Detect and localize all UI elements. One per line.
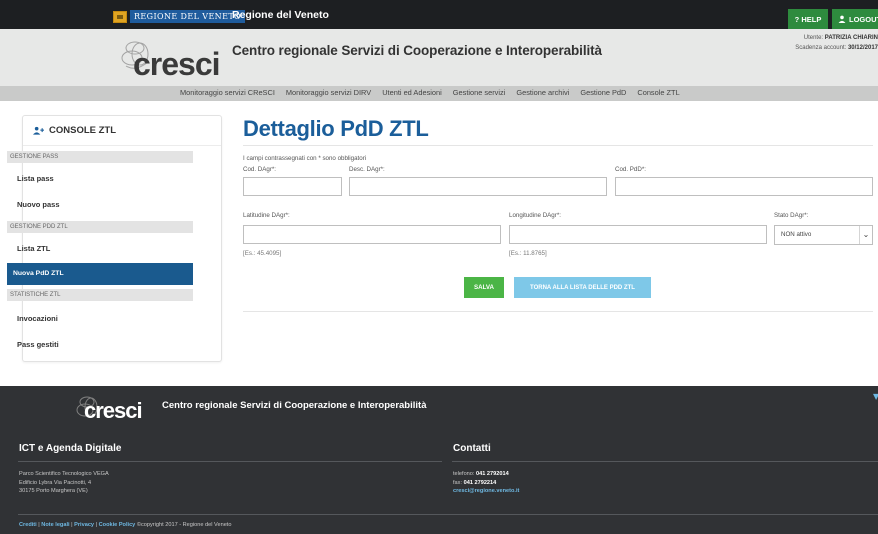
cod-dagr-input[interactable]	[243, 177, 342, 196]
sidebar-item-nuova-pdd-ztl[interactable]: Nuova PdD ZTL	[7, 263, 193, 285]
logout-button[interactable]: LOGOUT	[832, 9, 878, 29]
cod-pdd-input[interactable]	[615, 177, 873, 196]
save-button[interactable]: SALVA	[464, 277, 504, 298]
latitudine-dagr-input[interactable]	[243, 225, 501, 244]
phone-number: 041 2792014	[476, 471, 509, 477]
footer-site-title: Centro regionale Servizi di Cooperazione…	[162, 400, 427, 411]
chevron-down-icon: ⌄	[859, 226, 872, 244]
fax-label: fax:	[453, 479, 463, 486]
regione-title: Regione del Veneto	[232, 9, 329, 21]
privacy-link[interactable]: Privacy	[74, 522, 94, 528]
user-info: Utente: PATRIZIA CHIARIN Scadenza accoun…	[795, 33, 878, 53]
nav-item-gestione-archivi[interactable]: Gestione archivi	[516, 88, 569, 97]
user-name: PATRIZIA CHIARIN	[824, 35, 878, 41]
expiry-label: Scadenza account:	[795, 45, 847, 51]
sidebar-item-nuovo-pass[interactable]: Nuovo pass	[7, 196, 193, 214]
latitudine-hint: [Es.: 45.4095]	[243, 250, 282, 257]
sidebar-section-statistiche-ztl: STATISTICHE ZTL	[7, 289, 193, 301]
nav-item-monitoraggio-cresci[interactable]: Monitoraggio servizi CReSCI	[180, 88, 275, 97]
address-line: Parco Scientifico Tecnologico VEGA	[19, 471, 109, 477]
footer-contacts-heading: Contatti	[453, 443, 491, 454]
nav-item-gestione-servizi[interactable]: Gestione servizi	[453, 88, 506, 97]
logout-label: LOGOUT	[849, 14, 878, 24]
address-line: 30175 Porto Marghera (VE)	[19, 488, 88, 494]
lion-flag-icon	[113, 10, 127, 23]
desc-dagr-label: Desc. DAgr*:	[349, 166, 385, 173]
sidebar-item-pass-gestiti[interactable]: Pass gestiti	[7, 336, 193, 354]
phone-label: telefono:	[453, 471, 475, 477]
footer-address: Parco Scientifico Tecnologico VEGA Edifi…	[19, 470, 109, 496]
help-button[interactable]: ? HELP	[788, 9, 828, 29]
stato-dagr-label: Stato DAgr*:	[774, 212, 809, 219]
divider	[18, 461, 442, 462]
fax-number: 041 2792214	[463, 479, 497, 486]
longitudine-hint: [Es.: 11.8765]	[509, 250, 547, 257]
sidebar-title-label: CONSOLE ZTL	[49, 125, 117, 136]
footer-contacts: telefono: 041 2792014 fax: 041 2792214 c…	[453, 470, 519, 496]
latitudine-dagr-label: Latitudine DAgr*:	[243, 212, 290, 219]
sidebar-section-gestione-pdd-ztl: GESTIONE PDD ZTL	[7, 221, 193, 233]
divider	[452, 461, 878, 462]
site-title: Centro regionale Servizi di Cooperazione…	[232, 43, 602, 58]
nav-item-monitoraggio-dirv[interactable]: Monitoraggio servizi DIRV	[286, 88, 371, 97]
legal-notes-link[interactable]: Note legali	[41, 522, 69, 528]
cod-dagr-label: Cod. DAgr*:	[243, 166, 277, 173]
sidebar-title: CONSOLE ZTL	[23, 116, 221, 146]
credits-link[interactable]: Crediti	[19, 522, 37, 528]
expiry-date: 30/12/2017	[847, 45, 878, 51]
arrow-icon: ▼	[873, 392, 878, 401]
add-users-icon	[33, 126, 44, 135]
longitudine-dagr-input[interactable]	[509, 225, 767, 244]
nav-item-gestione-pdd[interactable]: Gestione PdD	[580, 88, 626, 97]
longitudine-dagr-label: Longitudine DAgr*:	[509, 212, 561, 219]
cresci-logo[interactable]: cresci	[133, 46, 221, 83]
user-icon	[838, 15, 846, 23]
desc-dagr-input[interactable]	[349, 177, 607, 196]
email-link[interactable]: cresci@regione.veneto.it	[453, 488, 519, 494]
cookie-policy-link[interactable]: Cookie Policy	[99, 522, 136, 528]
regione-veneto-logo[interactable]: REGIONE DEL VENETO	[113, 10, 246, 23]
required-fields-note: I campi contrassegnati con * sono obblig…	[243, 155, 367, 162]
user-label: Utente:	[803, 35, 824, 41]
nav-item-utenti-adesioni[interactable]: Utenti ed Adesioni	[382, 88, 442, 97]
cod-pdd-label: Cod. PdD*:	[615, 166, 646, 173]
regione-veneto-logo-text: REGIONE DEL VENETO	[130, 10, 246, 23]
copyright: ©copyright 2017 - Regione del Veneto	[136, 522, 232, 528]
sidebar-item-lista-pass[interactable]: Lista pass	[7, 170, 193, 188]
sidebar-item-lista-ztl[interactable]: Lista ZTL	[7, 240, 193, 258]
divider	[18, 514, 878, 515]
nav-item-console-ztl[interactable]: Console ZTL	[637, 88, 679, 97]
divider	[243, 145, 873, 146]
sidebar-item-invocazioni[interactable]: Invocazioni	[7, 310, 193, 328]
footer-cresci-logo[interactable]: cresci	[84, 398, 143, 424]
address-line: Edificio Lybra Via Pacinotti, 4	[19, 479, 92, 486]
stato-dagr-selected: NON attivo	[781, 231, 812, 238]
footer-bottom-links: Crediti | Note legali | Privacy | Cookie…	[19, 522, 232, 528]
divider	[243, 311, 873, 312]
main-nav: Monitoraggio servizi CReSCI Monitoraggio…	[0, 86, 878, 101]
sidebar-section-gestione-pass: GESTIONE PASS	[7, 151, 193, 163]
stato-dagr-select[interactable]: NON attivo ⌄	[774, 225, 873, 245]
page-title: Dettaglio PdD ZTL	[243, 116, 429, 141]
footer-ict-heading: ICT e Agenda Digitale	[19, 443, 122, 454]
back-to-list-button[interactable]: TORNA ALLA LISTA DELLE PDD ZTL	[514, 277, 651, 298]
